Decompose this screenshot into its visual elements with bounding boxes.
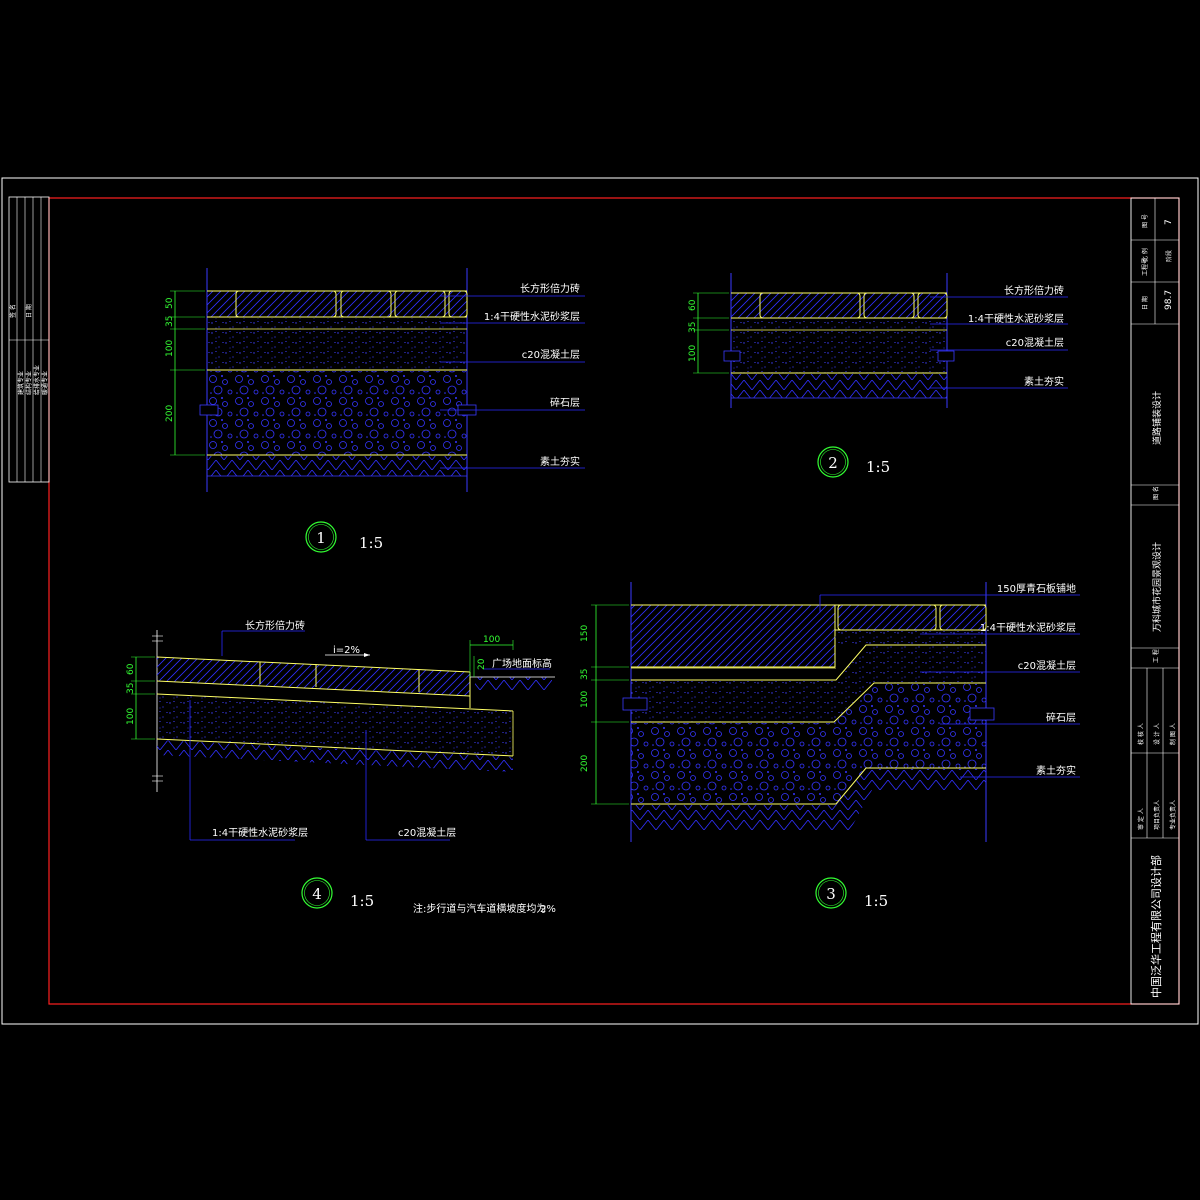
tb-date-label: 日 期 bbox=[1141, 296, 1149, 310]
d1-number: 1 bbox=[316, 529, 326, 547]
d4-top-label: 长方形倍力砖 bbox=[245, 619, 305, 632]
d3-label-4: 碎石层 bbox=[1046, 711, 1076, 724]
d4-number: 4 bbox=[312, 885, 322, 903]
tb-project-no-label: 工程号 bbox=[1141, 258, 1149, 276]
d1-label-2: 1:4干硬性水泥砂浆层 bbox=[484, 310, 580, 323]
tb-project-name: 万科城市花园景观设计 bbox=[1151, 542, 1163, 632]
d4-dim-3: 100 bbox=[126, 708, 136, 725]
d2-scale: 1:5 bbox=[866, 458, 890, 476]
d4-dim-1: 60 bbox=[126, 663, 136, 675]
d3-label-3: c20混凝土层 bbox=[1018, 659, 1076, 672]
tb-role-4: 校 核 人 bbox=[1137, 723, 1145, 745]
tb-sheet-label: 图 号 bbox=[1142, 214, 1149, 228]
d1-scale: 1:5 bbox=[359, 534, 383, 552]
d1-dim-2: 35 bbox=[165, 316, 175, 327]
d4-dim-2: 35 bbox=[126, 683, 136, 694]
d1-label-4: 碎石层 bbox=[550, 396, 580, 409]
d1-label-5: 素土夯实 bbox=[540, 455, 580, 468]
tb-stage-label: 阶段 bbox=[1165, 250, 1173, 262]
d1-label-1: 长方形倍力砖 bbox=[520, 282, 580, 295]
d1-label-3: c20混凝土层 bbox=[522, 348, 580, 361]
d2-label-4: 素土夯实 bbox=[1024, 375, 1064, 388]
strip-struct: 结构专业 bbox=[25, 371, 33, 395]
left-revision-strip: 签 名 日 期 建筑专业 结构专业 给排水专业 暖通专业 bbox=[8, 196, 50, 483]
tb-role-5: 设 计 人 bbox=[1153, 723, 1161, 745]
outer-frame bbox=[1, 177, 1199, 1025]
tb-company: 中国泛华工程有限公司设计部 bbox=[1149, 855, 1163, 998]
strip-date: 日 期 bbox=[25, 304, 33, 318]
d2-label-2: 1:4干硬性水泥砂浆层 bbox=[968, 312, 1064, 325]
d1-dim-3: 100 bbox=[165, 340, 175, 357]
d4-dim-100-top: 100 bbox=[483, 635, 500, 645]
tb-role-6: 制 图 人 bbox=[1169, 723, 1177, 745]
tb-project-label: 工 程 bbox=[1152, 649, 1160, 663]
d1-dim-1: 50 bbox=[165, 297, 175, 309]
tb-role-1: 审 定 人 bbox=[1137, 808, 1145, 830]
tb-role-3: 专业负责人 bbox=[1169, 800, 1177, 830]
tb-drawing-label: 图 名 bbox=[1152, 486, 1160, 500]
note-value: 2% bbox=[540, 904, 556, 915]
strip-arch: 建筑专业 bbox=[17, 371, 25, 395]
strip-hvac: 暖通专业 bbox=[41, 371, 49, 395]
d3-label-2: 1:4干硬性水泥砂浆层 bbox=[980, 621, 1076, 634]
d4-bottom-label-2: c20混凝土层 bbox=[398, 826, 456, 839]
d3-number: 3 bbox=[826, 885, 836, 903]
detail-3: 150 35 100 200 150厚青石板铺地 1:4干硬性水泥砂浆层 c20… bbox=[580, 582, 1080, 910]
d3-dim-2: 35 bbox=[580, 669, 590, 680]
d3-dim-4: 200 bbox=[580, 755, 590, 772]
tb-role-2: 项目负责人 bbox=[1153, 800, 1161, 830]
tb-sheet-no: 7 bbox=[1164, 219, 1174, 225]
d2-number: 2 bbox=[828, 454, 838, 472]
note-text: 注:步行道与汽车道横坡度均为 bbox=[413, 902, 546, 915]
d2-dim-3: 100 bbox=[688, 345, 698, 362]
strip-sign: 签 名 bbox=[9, 304, 17, 318]
d3-label-5: 素土夯实 bbox=[1036, 764, 1076, 777]
drawing-sheet: 签 名 日 期 建筑专业 结构专业 给排水专业 暖通专业 图 号 7 阶段 比 … bbox=[1, 177, 1199, 1025]
tb-project-no: 98.7 bbox=[1164, 290, 1174, 310]
d2-label-3: c20混凝土层 bbox=[1006, 336, 1064, 349]
detail-2: 60 35 100 长方形倍力砖 1:4干硬性水泥砂浆层 c20混凝土层 素土夯… bbox=[688, 273, 1068, 478]
d2-label-1: 长方形倍力砖 bbox=[1004, 284, 1064, 297]
d4-bottom-label-1: 1:4干硬性水泥砂浆层 bbox=[212, 826, 308, 839]
d3-scale: 1:5 bbox=[864, 892, 888, 910]
d3-label-1: 150厚青石板铺地 bbox=[997, 582, 1076, 595]
tb-drawing-title: 道路铺装设计 bbox=[1151, 391, 1163, 445]
d4-dim-20: 20 bbox=[477, 658, 487, 670]
d4-scale: 1:5 bbox=[350, 892, 374, 910]
strip-water: 给排水专业 bbox=[33, 365, 41, 395]
d2-dim-1: 60 bbox=[688, 299, 698, 311]
d4-plaza-label: 广场地面标高 bbox=[492, 657, 552, 670]
d4-slope: i=2% bbox=[333, 645, 360, 656]
title-block: 图 号 7 阶段 比 例 98.7 日 期 工程号 道路铺装设计 图 名 万科城… bbox=[1130, 197, 1180, 1005]
detail-1: 50 35 100 200 长方形倍力砖 1:4干硬性水泥砂浆层 c20混凝土层… bbox=[165, 268, 585, 553]
d1-dim-4: 200 bbox=[165, 405, 175, 422]
d2-dim-2: 35 bbox=[688, 322, 698, 333]
d3-dim-3: 100 bbox=[580, 691, 590, 708]
detail-4: 100 20 广场地面标高 i=2% 长方形倍力砖 60 35 100 1:4干… bbox=[126, 619, 555, 910]
d3-dim-1: 150 bbox=[580, 625, 590, 642]
